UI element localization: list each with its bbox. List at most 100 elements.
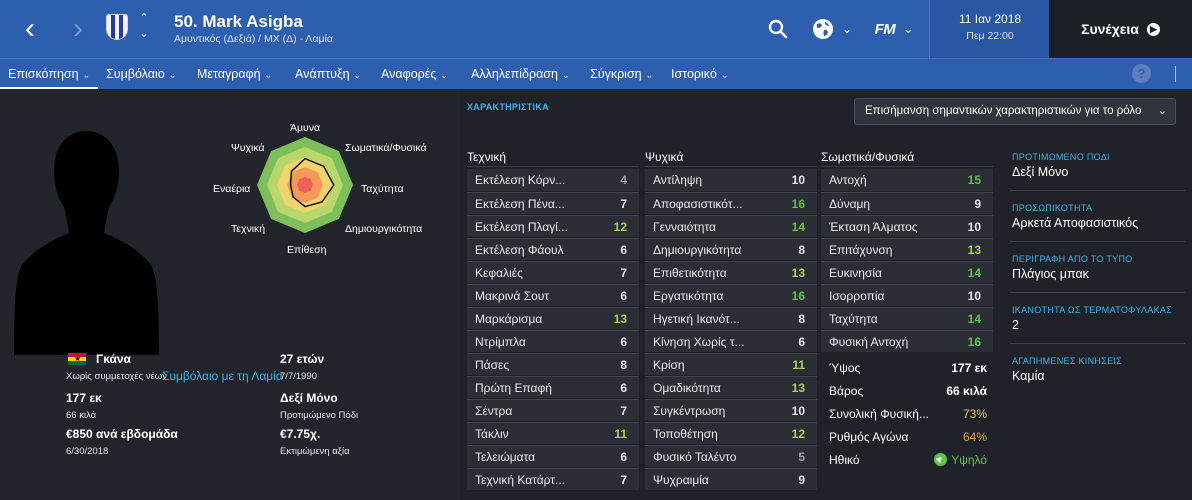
- attribute-row[interactable]: Μακρινά Σουτ 6: [467, 284, 639, 306]
- attribute-value: 13: [967, 243, 981, 257]
- back-arrow-icon[interactable]: ‹: [8, 0, 52, 58]
- attributes-heading: ΧΑΡΑΚΤΗΡΙΣΤΙΚΑ: [467, 102, 549, 112]
- forward-arrow-icon[interactable]: ›: [56, 0, 100, 58]
- attribute-row[interactable]: Ντρίμπλα 6: [467, 330, 639, 352]
- attribute-row[interactable]: Συγκέντρωση 10: [645, 399, 817, 421]
- tab-interaction[interactable]: Αλληλεπίδραση ⌄: [471, 59, 570, 90]
- world-menu-button[interactable]: ⌄: [806, 0, 858, 58]
- height-stat: Ύψος 177 εκ: [820, 357, 990, 379]
- attribute-row[interactable]: Σέντρα 7: [467, 399, 639, 421]
- attribute-name: Μαρκάρισμα: [475, 312, 543, 326]
- tab-overview[interactable]: Επισκόπηση ⌄: [0, 59, 99, 90]
- continue-button[interactable]: Συνέχεια ▶: [1049, 0, 1192, 58]
- age-value: 27 ετών: [280, 352, 325, 366]
- chevron-down-icon: ⌄: [841, 22, 853, 36]
- attribute-name: Τάκλιν: [475, 427, 509, 441]
- attribute-name: Ντρίμπλα: [475, 335, 526, 349]
- attribute-row[interactable]: Τελειώματα 6: [467, 445, 639, 467]
- match-fitness-stat: Ρυθμός Αγώνα 64%: [820, 426, 990, 448]
- attribute-name: Τεχνική Κατάρτ...: [475, 473, 566, 487]
- tab-reports[interactable]: Αναφορές ⌄: [381, 59, 448, 90]
- player-switch-arrows[interactable]: ⌃ ⌄: [136, 10, 152, 42]
- attribute-row[interactable]: Αντίληψη 10: [645, 169, 817, 191]
- attribute-row[interactable]: Πρώτη Επαφή 6: [467, 376, 639, 398]
- attribute-row[interactable]: Πάσες 8: [467, 353, 639, 375]
- contract-end: 6/30/2018: [66, 446, 109, 457]
- divider: [1010, 343, 1185, 344]
- morale-stat[interactable]: Ηθικό Υψηλό: [820, 449, 990, 471]
- attribute-value: 11: [614, 427, 627, 441]
- section-heading: ΠΡΟΤΙΜΩΜΕΝΟ ΠΟΔΙ: [1012, 152, 1110, 162]
- attribute-name: Γενναιότητα: [653, 220, 716, 234]
- radar-label-mental: Ψυχικά: [231, 142, 265, 154]
- chevron-down-icon: ⌄: [1157, 105, 1167, 117]
- attribute-row[interactable]: Μαρκάρισμα 13: [467, 307, 639, 329]
- tab-history[interactable]: Ιστορικό ⌄: [671, 59, 728, 90]
- tab-comparison[interactable]: Σύγκριση ⌄: [590, 59, 653, 90]
- attribute-value: 6: [798, 335, 805, 349]
- attribute-value: 9: [798, 473, 805, 487]
- section-heading: ΠΕΡΙΓΡΑΦΗ ΑΠΟ ΤΟ ΤΥΠΟ: [1012, 254, 1133, 264]
- nationality[interactable]: Γκάνα: [96, 352, 131, 366]
- chevron-down-icon[interactable]: ⌄: [136, 26, 152, 42]
- attribute-row[interactable]: Τεχνική Κατάρτ... 7: [467, 468, 639, 490]
- section-value[interactable]: Αρκετά Αποφασιστικός: [1012, 216, 1182, 230]
- attribute-name: Πρώτη Επαφή: [475, 381, 552, 395]
- attribute-row[interactable]: Τάκλιν 11: [467, 422, 639, 444]
- club-crest-icon[interactable]: [106, 14, 128, 40]
- attribute-name: Έκταση Άλματος: [829, 220, 918, 234]
- attribute-row[interactable]: Εκτέλεση Φάουλ 6: [467, 238, 639, 260]
- attribute-row[interactable]: Κρίση 11: [645, 353, 817, 375]
- date-box[interactable]: 11 Ιαν 2018 Πεμ 22:00: [929, 0, 1049, 58]
- attribute-value: 6: [620, 450, 627, 464]
- divider: [645, 166, 817, 167]
- attribute-name: Συγκέντρωση: [653, 404, 726, 418]
- attribute-row[interactable]: Επιτάχυνση 13: [821, 238, 993, 260]
- attribute-row[interactable]: Έκταση Άλματος 10: [821, 215, 993, 237]
- attribute-value: 8: [798, 312, 805, 326]
- tab-contract[interactable]: Συμβόλαιο ⌄: [106, 59, 176, 90]
- attribute-row[interactable]: Ευκινησία 14: [821, 261, 993, 283]
- attribute-row[interactable]: Τοποθέτηση 12: [645, 422, 817, 444]
- player-position-club[interactable]: Αμυντικός (Δεξιά) / ΜΧ (Δ) - Λαμία: [174, 33, 333, 45]
- chevron-up-icon[interactable]: ⌃: [136, 10, 152, 26]
- attribute-value: 10: [967, 220, 981, 234]
- tab-development[interactable]: Ανάπτυξη ⌄: [295, 59, 361, 90]
- attribute-row[interactable]: Φυσική Αντοχή 16: [821, 330, 993, 352]
- attribute-row[interactable]: Γενναιότητα 14: [645, 215, 817, 237]
- attribute-row[interactable]: Δημιουργικότητα 8: [645, 238, 817, 260]
- youth-caps: Χωρίς συμμετοχές νέων: [66, 371, 167, 382]
- contract-link[interactable]: Συμβόλαιο με τη Λαμία: [162, 369, 283, 383]
- attribute-row[interactable]: Ηγετική Ικανότ... 8: [645, 307, 817, 329]
- attribute-row[interactable]: Εκτέλεση Πένα... 7: [467, 192, 639, 214]
- help-icon[interactable]: ?: [1132, 64, 1151, 83]
- attribute-row[interactable]: Εκτέλεση Κόρν... 4: [467, 169, 639, 191]
- chevron-down-icon: ⌄: [353, 70, 362, 80]
- attribute-value: 16: [791, 289, 805, 303]
- attribute-row[interactable]: Επιθετικότητα 13: [645, 261, 817, 283]
- fm-menu-button[interactable]: FM ⌄: [866, 0, 922, 58]
- attribute-row[interactable]: Ταχύτητα 14: [821, 307, 993, 329]
- attribute-value: 16: [791, 197, 805, 211]
- attribute-row[interactable]: Αποφασιστικότ... 16: [645, 192, 817, 214]
- attribute-row[interactable]: Εκτέλεση Πλαγί... 12: [467, 215, 639, 237]
- divider: [467, 166, 639, 167]
- attribute-value: 12: [791, 427, 805, 441]
- highlight-role-dropdown[interactable]: Επισήμανση σημαντικών χαρακτηριστικών γι…: [854, 98, 1176, 125]
- attribute-row[interactable]: Ισορροπία 10: [821, 284, 993, 306]
- tab-transfer[interactable]: Μεταγραφή ⌄: [197, 59, 272, 90]
- attribute-row[interactable]: Κίνηση Χωρίς τ... 6: [645, 330, 817, 352]
- attribute-value: 6: [620, 243, 627, 257]
- attribute-row[interactable]: Ψυχραιμία 9: [645, 468, 817, 490]
- stat-value: 64%: [962, 430, 987, 444]
- attribute-row[interactable]: Φυσικό Ταλέντο 5: [645, 445, 817, 467]
- attribute-row[interactable]: Εργατικότητα 16: [645, 284, 817, 306]
- attribute-row[interactable]: Δύναμη 9: [821, 192, 993, 214]
- attribute-name: Επιθετικότητα: [653, 266, 727, 280]
- attribute-name: Μακρινά Σουτ: [475, 289, 550, 303]
- attribute-name: Αντοχή: [829, 173, 867, 187]
- search-button[interactable]: [760, 0, 796, 58]
- attribute-row[interactable]: Κεφαλιές 7: [467, 261, 639, 283]
- attribute-row[interactable]: Αντοχή 15: [821, 169, 993, 191]
- attribute-row[interactable]: Ομαδικότητα 13: [645, 376, 817, 398]
